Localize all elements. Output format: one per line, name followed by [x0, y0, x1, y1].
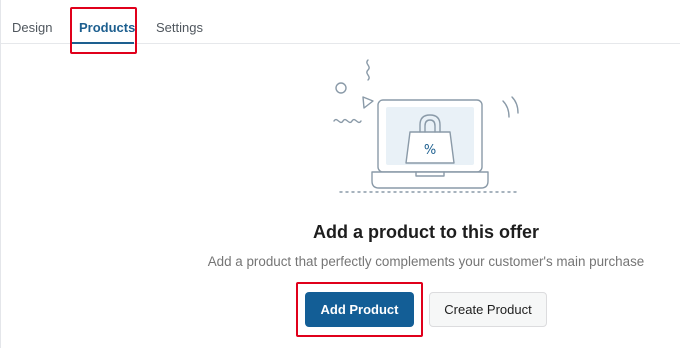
create-product-button[interactable]: Create Product [429, 292, 547, 327]
active-tab-indicator [71, 42, 134, 44]
decor-arc-icon [502, 100, 510, 118]
laptop-base [371, 171, 489, 189]
tab-settings[interactable]: Settings [156, 20, 203, 35]
tab-products[interactable]: Products [79, 20, 135, 35]
decor-arc-icon-2 [511, 96, 519, 114]
decor-wave-icon [333, 118, 362, 124]
decor-squiggle-icon [366, 59, 370, 81]
decor-circle-icon [335, 82, 347, 94]
tab-design[interactable]: Design [12, 20, 52, 35]
percent-symbol: % [424, 143, 436, 158]
laptop-shopping-bag-icon: % [333, 59, 521, 193]
decor-triangle-icon [362, 96, 374, 109]
empty-state-description: Add a product that perfectly complements… [207, 254, 645, 269]
tab-bar: Design Products Settings [1, 0, 680, 44]
empty-state-heading: Add a product to this offer [313, 222, 539, 242]
add-product-button[interactable]: Add Product [305, 292, 414, 327]
offer-editor-panel: Design Products Settings % Add a product… [0, 0, 680, 348]
